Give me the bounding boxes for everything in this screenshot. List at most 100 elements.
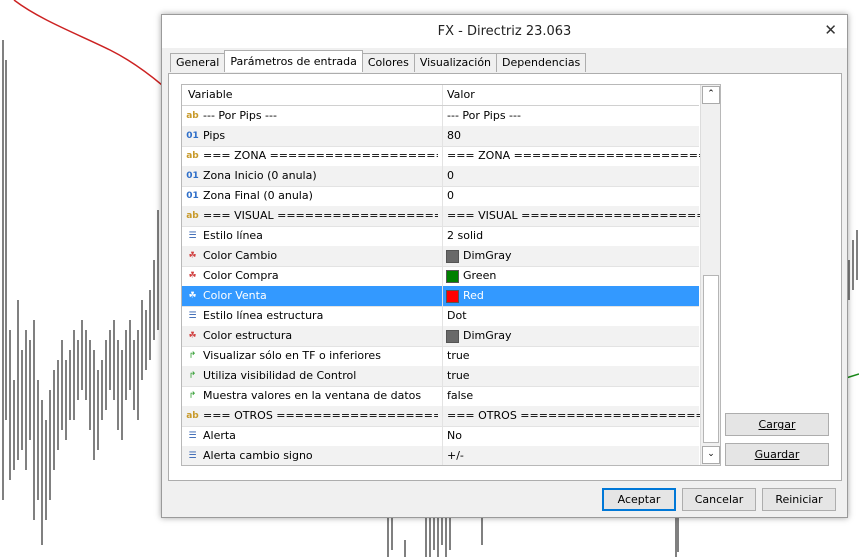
value-cell[interactable]: 80 [442, 126, 703, 146]
value-cell[interactable]: DimGray [442, 326, 699, 346]
variable-cell: ☰ Alerta [186, 426, 438, 446]
variable-value: Green [463, 269, 497, 282]
variable-name: Zona Final (0 anula) [203, 189, 313, 202]
column-header-variable[interactable]: Variable [188, 85, 233, 105]
value-cell[interactable]: --- Por Pips --- [442, 106, 703, 126]
variable-name: Estilo línea [203, 229, 263, 242]
value-cell[interactable]: No [442, 426, 703, 446]
table-row[interactable]: ab --- Por Pips --- --- Por Pips --- [182, 106, 699, 127]
table-row[interactable]: ↱ Utiliza visibilidad de Control true [182, 366, 699, 387]
table-row[interactable]: ☘ Color Cambio DimGray [182, 246, 699, 267]
variable-name: Color estructura [203, 329, 293, 342]
value-cell[interactable]: Red [442, 286, 699, 306]
tab-visualization[interactable]: Visualización [413, 53, 498, 72]
variable-name: === VISUAL =========================... [203, 209, 438, 222]
scrollbar-thumb[interactable] [703, 275, 719, 443]
variable-name: Estilo línea estructura [203, 309, 324, 322]
integer-icon: 01 [186, 191, 199, 201]
table-row[interactable]: ab === ZONA =========================... =… [182, 146, 703, 167]
variable-name: --- Por Pips --- [203, 109, 277, 122]
list-icon: ☰ [188, 451, 197, 461]
value-cell[interactable]: === VISUAL =========================... [442, 206, 703, 226]
chart-red-line [13, 0, 163, 86]
table-row[interactable]: ☘ Color Compra Green [182, 266, 699, 287]
table-row[interactable]: ↱ Visualizar sólo en TF o inferiores true [182, 346, 699, 367]
scroll-down-icon[interactable]: ⌄ [702, 446, 720, 464]
variable-value: --- Por Pips --- [447, 109, 521, 122]
variable-name: Alerta [203, 429, 236, 442]
integer-icon: 01 [186, 171, 199, 181]
table-row[interactable]: 01 Zona Inicio (0 anula) 0 [182, 166, 699, 187]
value-cell[interactable]: Dot [442, 306, 703, 326]
table-row[interactable]: ☰ Alerta cambio signo +/- [182, 446, 699, 465]
variable-cell: ☘ Color Venta [186, 286, 438, 306]
variable-value: DimGray [463, 249, 512, 262]
table-row[interactable]: ↱ Muestra valores en la ventana de datos f… [182, 386, 699, 407]
variable-value: 0 [447, 189, 454, 202]
color-icon: ☘ [188, 331, 197, 341]
variable-cell: ↱ Utiliza visibilidad de Control [186, 366, 438, 386]
variable-value: === OTROS =========================... [447, 409, 703, 422]
variable-value: true [447, 349, 470, 362]
color-swatch [446, 249, 459, 263]
variable-cell: 01 Zona Inicio (0 anula) [186, 166, 438, 186]
table-row[interactable]: ab === VISUAL =========================..… [182, 206, 703, 227]
value-cell[interactable]: === OTROS =========================... [442, 406, 703, 426]
tab-general[interactable]: General [170, 53, 226, 72]
accept-button[interactable]: Aceptar [602, 488, 676, 511]
column-header-value[interactable]: Valor [442, 85, 475, 105]
variable-name: Zona Inicio (0 anula) [203, 169, 317, 182]
close-icon[interactable]: ✕ [824, 21, 837, 39]
color-icon: ☘ [188, 251, 197, 261]
variable-value: DimGray [463, 329, 512, 342]
value-cell[interactable]: Green [442, 266, 699, 286]
tab-panel: Variable Valor ab --- Por Pips --- --- Por… [168, 73, 842, 481]
table-row[interactable]: 01 Zona Final (0 anula) 0 [182, 186, 699, 207]
value-cell[interactable]: DimGray [442, 246, 699, 266]
save-button[interactable]: Guardar [725, 443, 829, 466]
variable-name: Color Cambio [203, 249, 278, 262]
variable-name: Alerta cambio signo [203, 449, 313, 462]
variable-cell: ☰ Estilo línea estructura [186, 306, 438, 326]
cancel-button[interactable]: Cancelar [682, 488, 756, 511]
table-row[interactable]: ☰ Estilo línea 2 solid [182, 226, 699, 247]
table-row[interactable]: ☘ Color Venta Red [182, 286, 699, 307]
scroll-up-icon[interactable]: ⌃ [702, 86, 720, 104]
tab-colors[interactable]: Colores [361, 53, 415, 72]
variable-name: === OTROS =========================... [203, 409, 438, 422]
color-icon: ☘ [188, 271, 197, 281]
color-swatch [446, 329, 459, 343]
value-cell[interactable]: true [442, 366, 703, 386]
tab-input-parameters[interactable]: Parámetros de entrada [224, 50, 363, 72]
table-row[interactable]: 01 Pips 80 [182, 126, 699, 147]
grid-header: Variable Valor [182, 85, 699, 106]
tab-dependencies[interactable]: Dependencias [496, 53, 587, 72]
load-button[interactable]: Cargar [725, 413, 829, 436]
table-row[interactable]: ab === OTROS =========================...… [182, 406, 703, 427]
string-icon: ab [186, 111, 199, 121]
value-cell[interactable]: 0 [442, 166, 703, 186]
table-row[interactable]: ☰ Estilo línea estructura Dot [182, 306, 699, 327]
variable-value: Dot [447, 309, 467, 322]
variable-cell: ab === ZONA =========================... [186, 146, 438, 166]
bool-icon: ↱ [188, 391, 197, 401]
value-cell[interactable]: +/- [442, 446, 703, 465]
reset-button[interactable]: Reiniciar [762, 488, 836, 511]
value-cell[interactable]: === ZONA =========================... [442, 146, 703, 166]
string-icon: ab [186, 211, 199, 221]
variable-value: === ZONA =========================... [447, 149, 703, 162]
variable-name: Color Venta [203, 289, 267, 302]
string-icon: ab [186, 411, 199, 421]
parameters-grid[interactable]: Variable Valor ab --- Por Pips --- --- Por… [181, 84, 721, 466]
value-cell[interactable]: 2 solid [442, 226, 703, 246]
chart-candles-bottom [387, 516, 679, 557]
value-cell[interactable]: 0 [442, 186, 703, 206]
variable-value: === VISUAL =========================... [447, 209, 703, 222]
table-row[interactable]: ☰ Alerta No [182, 426, 699, 447]
table-row[interactable]: ☘ Color estructura DimGray [182, 326, 699, 347]
value-cell[interactable]: true [442, 346, 703, 366]
value-cell[interactable]: false [442, 386, 703, 406]
vertical-scrollbar[interactable]: ⌃ ⌄ [700, 85, 720, 465]
save-button-label: Guardar [754, 448, 800, 461]
input-parameters-dialog: FX - Directriz 23.063 ✕ General Parámetr… [161, 14, 848, 518]
